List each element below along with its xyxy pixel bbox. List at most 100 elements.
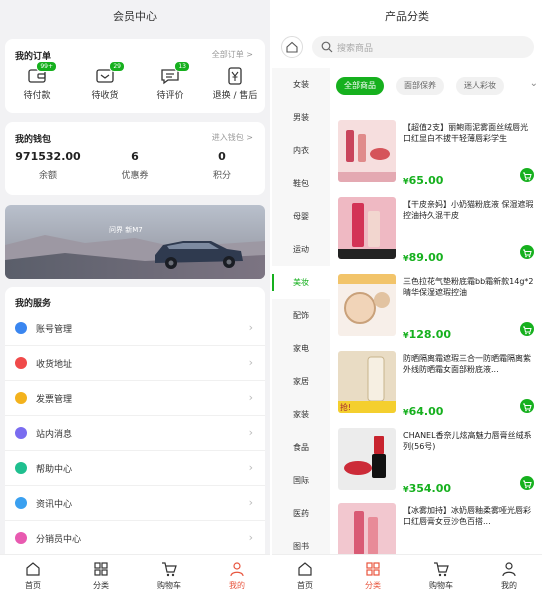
order-pending-receipt[interactable]: 29 待收货 [73, 61, 137, 101]
tab-profile[interactable]: 我的 [212, 561, 262, 591]
sidebar-item[interactable]: 家装 [272, 398, 330, 431]
product-price: ¥65.00 [403, 174, 444, 187]
home-icon [286, 41, 298, 53]
message-icon [15, 427, 27, 439]
service-label: 帮助中心 [36, 465, 73, 475]
tab-label: 购物车 [157, 581, 181, 590]
chevron-right-icon: › [248, 321, 253, 334]
svg-text:抢!: 抢! [340, 402, 351, 412]
promo-banner[interactable]: 问界 新M7 [5, 205, 265, 279]
sidebar-item[interactable]: 国际 [272, 464, 330, 497]
product-image: 抢! [338, 351, 396, 413]
category-icon [366, 562, 380, 576]
product-card[interactable]: 抢! 防晒隔离霜遮瑕三合一防晒霜隔离紫外线防晒霜女面部粉底液... ¥64.00 [338, 351, 538, 427]
service-shipping-address[interactable]: 收货地址 › [5, 346, 265, 381]
sidebar-item[interactable]: 女装 [272, 68, 330, 101]
chevron-right-icon: › [248, 356, 253, 369]
order-pending-payment[interactable]: 99+ 待付款 [5, 61, 69, 101]
order-after-sales[interactable]: 退换 / 售后 [203, 67, 267, 101]
tab-profile[interactable]: 我的 [484, 561, 534, 591]
enter-wallet-link[interactable]: 进入钱包 > [212, 132, 253, 143]
cart-icon [523, 172, 532, 181]
service-label: 站内消息 [36, 430, 73, 440]
order-label: 待付款 [23, 91, 51, 101]
sidebar-item[interactable]: 内衣 [272, 134, 330, 167]
tab-label: 首页 [297, 581, 313, 590]
wallet-title: 我的钱包 [15, 135, 52, 145]
tab-category[interactable]: 分类 [76, 561, 126, 591]
service-site-messages[interactable]: 站内消息 › [5, 416, 265, 451]
all-orders-link[interactable]: 全部订单 > [212, 49, 253, 60]
service-news-center[interactable]: 资讯中心 › [5, 486, 265, 521]
category-icon [94, 562, 108, 576]
service-label: 收货地址 [36, 360, 73, 370]
orders-card: 我的订单 全部订单 > 99+ 待付款 29 待收货 13 待评价 退换 / 售… [5, 39, 265, 113]
product-price: ¥89.00 [403, 251, 444, 264]
cart-icon [523, 480, 532, 489]
add-to-cart-button[interactable] [520, 476, 534, 490]
tab-label: 分类 [365, 581, 381, 590]
service-label: 发票管理 [36, 395, 73, 405]
product-card[interactable]: 【超值2支】丽鲍雨泥雾面丝绒唇光口红显白不拔干轻薄唇彩学生 ¥65.00 [338, 120, 538, 196]
cart-icon [523, 249, 532, 258]
sidebar-item[interactable]: 母婴 [272, 200, 330, 233]
add-to-cart-button[interactable] [520, 322, 534, 336]
order-badge: 13 [174, 61, 190, 72]
service-label: 分销员中心 [36, 535, 82, 545]
chevron-right-icon: › [248, 426, 253, 439]
home-button[interactable] [281, 36, 303, 58]
chip-all-products[interactable]: 全部商品 [336, 77, 384, 95]
category-sidebar: 女装 男装 内衣 鞋包 母婴 运动 美妆 配饰 家电 家居 家装 食品 国际 医… [272, 68, 330, 554]
tab-category[interactable]: 分类 [348, 561, 398, 591]
sidebar-item[interactable]: 配饰 [272, 299, 330, 332]
wallet-label: 优惠券 [121, 171, 149, 181]
cart-icon [162, 562, 177, 577]
sidebar-item[interactable]: 运动 [272, 233, 330, 266]
product-card[interactable]: 三色拉花气垫粉底霜bb霜新款14g*2 晴华保湿遮瑕控油 ¥128.00 [338, 274, 538, 350]
add-to-cart-button[interactable] [520, 168, 534, 182]
sidebar-item[interactable]: 家电 [272, 332, 330, 365]
sidebar-item[interactable]: 食品 [272, 431, 330, 464]
location-icon [15, 357, 27, 369]
product-card[interactable]: CHANEL香奈儿炫高魅力唇膏丝绒系列(56号) ¥354.00 [338, 428, 538, 504]
page-title: 产品分类 [385, 10, 429, 23]
user-icon [15, 322, 27, 334]
services-title: 我的服务 [15, 299, 52, 309]
service-invoice-management[interactable]: 发票管理 › [5, 381, 265, 416]
profile-icon [502, 562, 516, 577]
service-distributor-center[interactable]: 分销员中心 › [5, 521, 265, 556]
chip-face-care[interactable]: 面部保养 [396, 77, 444, 95]
tab-home[interactable]: 首页 [280, 561, 330, 591]
product-price: ¥354.00 [403, 482, 452, 495]
sidebar-item[interactable]: 医药 [272, 497, 330, 530]
cart-icon [434, 562, 449, 577]
wallet-balance[interactable]: 971532.00 余额 [5, 150, 91, 181]
invoice-icon [15, 392, 27, 404]
service-help-center[interactable]: 帮助中心 › [5, 451, 265, 486]
service-label: 资讯中心 [36, 500, 73, 510]
service-account-management[interactable]: 账号管理 › [5, 311, 265, 346]
sidebar-item[interactable]: 家居 [272, 365, 330, 398]
sidebar-item-active[interactable]: 美妆 [272, 266, 330, 299]
tab-home[interactable]: 首页 [8, 561, 58, 591]
bottom-tab-bar: 首页 分类 购物车 我的 [0, 554, 270, 598]
wallet-points[interactable]: 0 积分 [179, 150, 265, 181]
product-card[interactable]: 【干皮亲妈】小奶猫粉底液 保湿遮瑕控油持久混干皮 ¥89.00 [338, 197, 538, 273]
product-price: ¥64.00 [403, 405, 444, 418]
order-label: 待评价 [156, 91, 184, 101]
chip-makeup[interactable]: 迷人彩妆 [456, 77, 504, 95]
distributor-icon [15, 532, 27, 544]
wallet-coupons[interactable]: 6 优惠券 [92, 150, 178, 181]
tab-cart[interactable]: 购物车 [416, 561, 466, 591]
order-pending-review[interactable]: 13 待评价 [138, 61, 202, 101]
news-icon [15, 497, 27, 509]
tab-cart[interactable]: 购物车 [144, 561, 194, 591]
chevron-down-icon[interactable]: ⌄ [530, 78, 538, 89]
sidebar-item[interactable]: 男装 [272, 101, 330, 134]
add-to-cart-button[interactable] [520, 399, 534, 413]
tab-label: 购物车 [429, 581, 453, 590]
search-input[interactable]: 搜索商品 [312, 36, 534, 58]
add-to-cart-button[interactable] [520, 245, 534, 259]
order-label: 退换 / 售后 [212, 91, 258, 101]
sidebar-item[interactable]: 鞋包 [272, 167, 330, 200]
